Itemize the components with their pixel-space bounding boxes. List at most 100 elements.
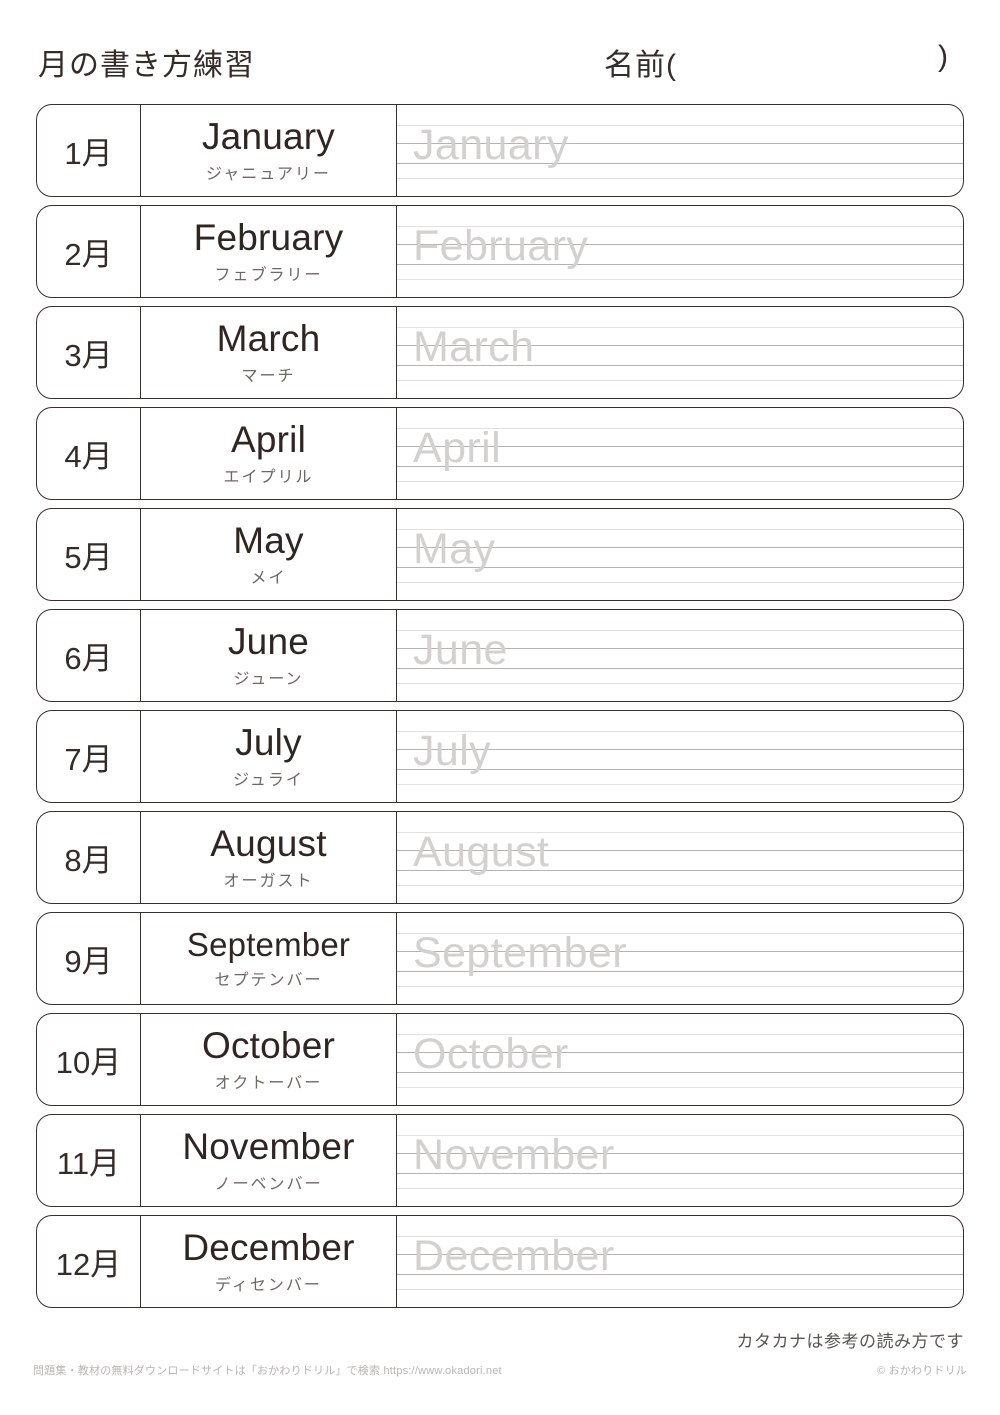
guide-line-bottom xyxy=(397,784,963,785)
month-number-label: 8月 xyxy=(64,843,113,878)
name-field-label: 名前( xyxy=(604,49,677,82)
writing-practice-area[interactable]: April xyxy=(397,408,963,499)
month-row: 12月 December ディセンバー December xyxy=(36,1215,964,1308)
guide-line-bottom xyxy=(397,582,963,583)
month-number-cell: 3月 xyxy=(37,307,141,398)
month-katakana-label: セプテンバー xyxy=(214,971,323,989)
month-katakana-label: エイプリル xyxy=(223,468,314,486)
guide-line-bottom xyxy=(397,481,963,482)
month-english-label: November xyxy=(182,1125,355,1167)
month-row: 11月 November ノーベンバー November xyxy=(36,1114,964,1207)
month-katakana-label: メイ xyxy=(250,569,287,587)
month-word-cell: August オーガスト xyxy=(141,812,397,903)
month-row: 7月 July ジュライ July xyxy=(36,710,964,803)
month-rows-list: 1月 January ジャニュアリー January 2月 February フェブラリー F… xyxy=(36,104,964,1316)
month-number-label: 6月 xyxy=(64,641,113,676)
month-word-cell: March マーチ xyxy=(141,307,397,398)
trace-word: June xyxy=(413,626,508,674)
trace-word: February xyxy=(413,222,589,270)
writing-practice-area[interactable]: February xyxy=(397,206,963,297)
month-katakana-label: ジュライ xyxy=(233,771,304,789)
page-title: 月の書き方練習 xyxy=(38,49,255,82)
month-english-label: July xyxy=(235,721,302,763)
month-word-cell: January ジャニュアリー xyxy=(141,105,397,196)
writing-practice-area[interactable]: October xyxy=(397,1014,963,1105)
month-english-label: October xyxy=(201,1024,335,1066)
footer-site-info: 問題集・教材の無料ダウンロードサイトは「おかわりドリル」で検索 https://… xyxy=(33,1365,502,1377)
month-row: 6月 June ジューン June xyxy=(36,609,964,702)
month-english-label: September xyxy=(186,925,351,963)
month-english-label: May xyxy=(233,519,304,561)
month-word-cell: July ジュライ xyxy=(141,711,397,802)
month-katakana-label: マーチ xyxy=(241,367,296,385)
month-katakana-label: フェブラリー xyxy=(214,266,323,284)
month-number-cell: 2月 xyxy=(37,206,141,297)
month-number-cell: 5月 xyxy=(37,509,141,600)
month-english-label: February xyxy=(193,216,344,258)
month-number-cell: 9月 xyxy=(37,913,141,1004)
trace-word: May xyxy=(413,525,496,573)
writing-practice-area[interactable]: March xyxy=(397,307,963,398)
guide-line-bottom xyxy=(397,380,963,381)
month-row: 3月 March マーチ March xyxy=(36,306,964,399)
writing-practice-area[interactable]: July xyxy=(397,711,963,802)
writing-practice-area[interactable]: August xyxy=(397,812,963,903)
guide-line-bottom xyxy=(397,885,963,886)
month-word-cell: September セプテンバー xyxy=(141,913,397,1004)
month-number-cell: 4月 xyxy=(37,408,141,499)
writing-practice-area[interactable]: January xyxy=(397,105,963,196)
writing-practice-area[interactable]: September xyxy=(397,913,963,1004)
guide-line-bottom xyxy=(397,1289,963,1290)
month-number-label: 9月 xyxy=(64,944,113,979)
month-number-label: 11月 xyxy=(56,1146,121,1181)
month-english-label: March xyxy=(216,317,321,359)
month-number-cell: 7月 xyxy=(37,711,141,802)
month-katakana-label: ジューン xyxy=(233,670,304,688)
month-word-cell: May メイ xyxy=(141,509,397,600)
guide-line-bottom xyxy=(397,1188,963,1189)
month-number-cell: 11月 xyxy=(37,1115,141,1206)
month-number-cell: 6月 xyxy=(37,610,141,701)
month-number-cell: 10月 xyxy=(37,1014,141,1105)
trace-word: March xyxy=(413,323,535,371)
name-field-close-paren: ) xyxy=(938,40,948,73)
month-number-label: 7月 xyxy=(64,742,113,777)
month-word-cell: October オクトーバー xyxy=(141,1014,397,1105)
month-katakana-label: オーガスト xyxy=(223,872,314,890)
month-row: 9月 September セプテンバー September xyxy=(36,912,964,1005)
month-english-label: January xyxy=(201,115,336,157)
month-katakana-label: オクトーバー xyxy=(214,1074,323,1092)
trace-word: January xyxy=(413,121,569,169)
guide-line-bottom xyxy=(397,986,963,987)
month-number-label: 1月 xyxy=(64,136,113,171)
month-row: 1月 January ジャニュアリー January xyxy=(36,104,964,197)
trace-word: December xyxy=(413,1232,615,1280)
month-row: 5月 May メイ May xyxy=(36,508,964,601)
month-number-label: 3月 xyxy=(64,338,113,373)
writing-practice-area[interactable]: June xyxy=(397,610,963,701)
month-number-label: 5月 xyxy=(64,540,113,575)
month-english-label: August xyxy=(210,822,327,864)
writing-practice-area[interactable]: December xyxy=(397,1216,963,1307)
month-word-cell: April エイプリル xyxy=(141,408,397,499)
guide-line-bottom xyxy=(397,1087,963,1088)
guide-line-bottom xyxy=(397,683,963,684)
trace-word: July xyxy=(413,727,492,775)
trace-word: November xyxy=(413,1131,615,1179)
month-english-label: April xyxy=(230,418,307,460)
writing-practice-area[interactable]: May xyxy=(397,509,963,600)
month-number-label: 10月 xyxy=(55,1045,122,1080)
month-english-label: June xyxy=(227,620,310,662)
month-word-cell: February フェブラリー xyxy=(141,206,397,297)
guide-line-bottom xyxy=(397,178,963,179)
month-katakana-label: ノーベンバー xyxy=(214,1175,323,1193)
month-number-cell: 12月 xyxy=(37,1216,141,1307)
month-katakana-label: ディセンバー xyxy=(215,1276,322,1294)
month-number-cell: 8月 xyxy=(37,812,141,903)
writing-practice-area[interactable]: November xyxy=(397,1115,963,1206)
month-row: 10月 October オクトーバー October xyxy=(36,1013,964,1106)
month-word-cell: November ノーベンバー xyxy=(141,1115,397,1206)
month-number-label: 12月 xyxy=(55,1247,122,1282)
trace-word: October xyxy=(413,1030,569,1078)
month-row: 8月 August オーガスト August xyxy=(36,811,964,904)
